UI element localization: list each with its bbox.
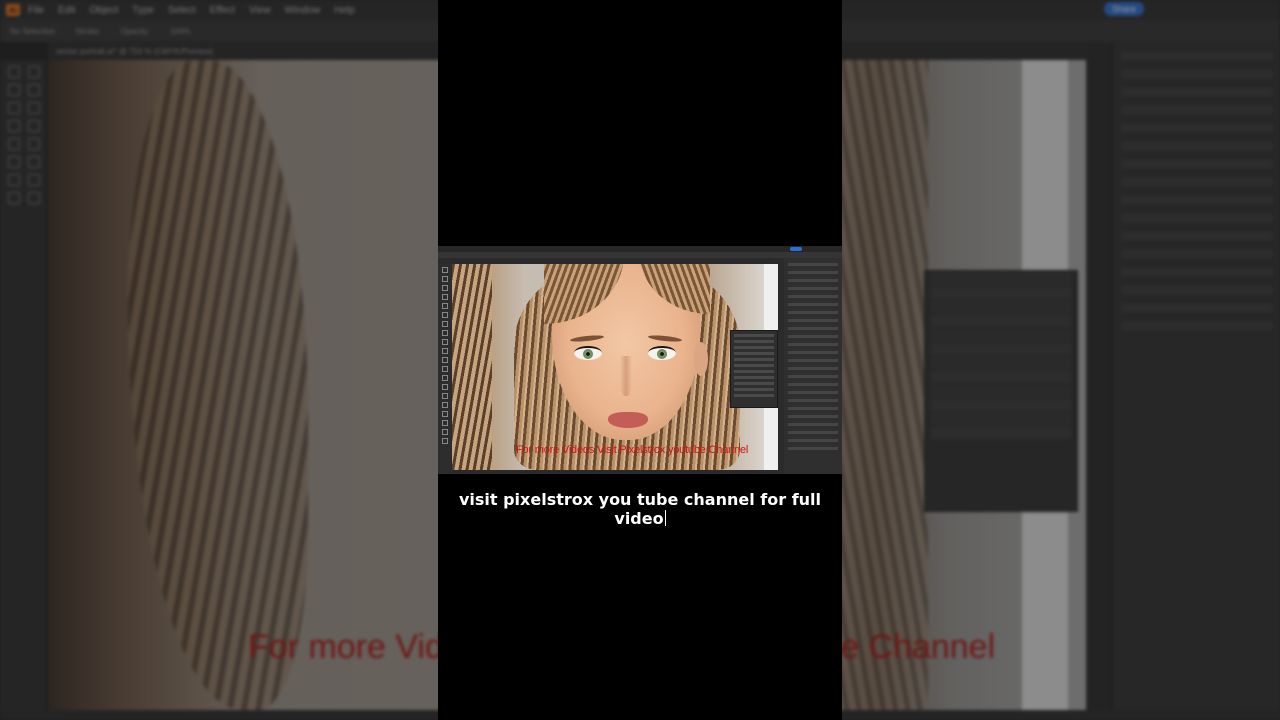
layers-panel[interactable]	[924, 270, 1078, 512]
portrait-lips	[608, 412, 648, 428]
scale-tool-icon[interactable]	[8, 156, 20, 168]
opacity-value[interactable]: 100%	[170, 27, 190, 36]
tools-panel	[0, 60, 46, 720]
gradient-tool-icon[interactable]	[8, 174, 20, 186]
menu-help[interactable]: Help	[334, 5, 355, 16]
zoom-tool-icon[interactable]	[28, 192, 40, 204]
caption-text: visit pixelstrox you tube channel for fu…	[458, 490, 822, 528]
curvature-tool-icon[interactable]	[28, 84, 40, 96]
embedded-tools-panel	[438, 264, 451, 474]
pen-tool-icon[interactable]	[8, 84, 20, 96]
portrait-left-eye	[574, 346, 602, 360]
eyedropper-tool-icon[interactable]	[28, 174, 40, 186]
rotate-tool-icon[interactable]	[28, 138, 40, 150]
menu-type[interactable]: Type	[132, 5, 154, 16]
menu-effect[interactable]: Effect	[210, 5, 235, 16]
line-tool-icon[interactable]	[28, 102, 40, 114]
brush-tool-icon[interactable]	[28, 120, 40, 132]
embedded-share-button	[790, 247, 802, 251]
stroke-label: Stroke:	[75, 26, 101, 36]
shape-tool-icon[interactable]	[8, 120, 20, 132]
opacity-label: Opacity:	[120, 26, 151, 36]
eraser-tool-icon[interactable]	[8, 138, 20, 150]
menu-window[interactable]: Window	[285, 5, 321, 16]
portrait-left-hair	[452, 264, 492, 470]
menu-file[interactable]: File	[28, 5, 44, 16]
video-caption: visit pixelstrox you tube channel for fu…	[438, 490, 842, 528]
hand-tool-icon[interactable]	[8, 192, 20, 204]
portrait-right-eye	[648, 346, 676, 360]
menu-edit[interactable]: Edit	[58, 5, 75, 16]
share-button[interactable]: Share	[1103, 2, 1144, 16]
warp-tool-icon[interactable]	[28, 156, 40, 168]
type-tool-icon[interactable]	[8, 102, 20, 114]
direct-selection-tool-icon[interactable]	[28, 66, 40, 78]
portrait-nose	[620, 356, 632, 396]
text-cursor	[664, 510, 666, 526]
portrait-hair	[128, 60, 308, 710]
properties-panel[interactable]	[1112, 42, 1280, 720]
menu-view[interactable]: View	[249, 5, 271, 16]
selection-status: No Selection	[10, 26, 56, 36]
portrait-ear	[694, 342, 708, 376]
selection-tool-icon[interactable]	[8, 66, 20, 78]
embedded-screenshot: For more Videos Visit Pixelstrox youtube…	[438, 246, 842, 474]
embedded-watermark: For more Videos Visit Pixelstrox youtube…	[516, 444, 749, 456]
embedded-layers-panel	[730, 330, 778, 408]
panel-icon-strip	[1086, 42, 1112, 720]
menu-object[interactable]: Object	[89, 5, 118, 16]
illustrator-logo-icon: Ai	[6, 4, 20, 16]
embedded-properties-panel	[784, 258, 842, 474]
menu-select[interactable]: Select	[168, 5, 196, 16]
